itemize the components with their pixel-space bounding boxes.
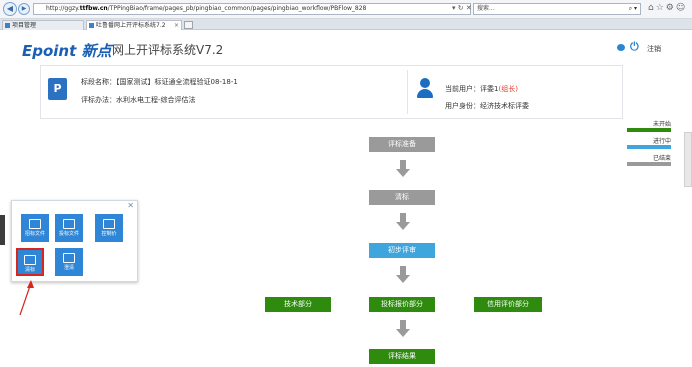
tab-label: 项目管理 [12,22,37,29]
tile-label: 控制价 [101,231,117,237]
refresh-icon[interactable]: ↻ [458,4,464,12]
tile-label: 澄清 [63,265,74,271]
info-card: P 标段名称：【国家测试】标证通全流程验证08-18-1 评标办法：水利水电工程… [40,65,623,119]
divider [407,70,408,114]
method-label: 评标办法： [81,96,116,104]
tab-bid-system[interactable]: 吐鲁番网上开评标系统7.2 × [86,20,182,30]
legend-not-started-bar [627,128,671,132]
url-prefix: http://ggzy. [46,5,80,12]
step-prep[interactable]: 评标准备 [369,137,435,152]
search-icon[interactable]: ⌕ ▾ [629,4,637,14]
new-tab-button[interactable] [184,21,193,29]
search-dropdown-icon[interactable]: ▾ [452,4,456,12]
logo: Epoint 新点 [22,42,112,60]
method-value: 水利水电工程-综合评估法 [116,96,196,104]
tile-clear[interactable]: 清标 [16,248,44,276]
arrow-down-icon [396,160,410,178]
tool-popup: ✕ 招标文件 投标文件 控制价 清标 澄清 [11,200,138,282]
step-tech[interactable]: 技术部分 [265,297,331,312]
tab-label: 吐鲁番网上开评标系统7.2 [96,22,166,29]
address-actions: ▾ ↻ ✕ [452,4,472,12]
tile-control-price[interactable]: 控制价 [95,214,123,242]
search-input[interactable]: 搜索... ⌕ ▾ [473,3,641,15]
page-icon [89,23,94,28]
method-row: 评标办法：水利水电工程-综合评估法 [81,95,196,105]
step-result[interactable]: 评标结果 [369,349,435,364]
legend-finished-label: 已结束 [652,155,671,162]
edit-icon [24,255,36,265]
tab-strip: 项目管理 吐鲁番网上开评标系统7.2 × [0,19,692,30]
current-user-row: 当前用户：评委1(组长) [445,84,518,94]
step-price[interactable]: 投标报价部分 [369,297,435,312]
tile-tender-doc[interactable]: 招标文件 [21,214,49,242]
logout-link[interactable]: 注销 [647,44,661,54]
scrollbar[interactable] [684,132,692,187]
identity-row: 用户身份：经济技术标评委 [445,101,529,111]
file-icon [63,219,75,229]
bid-section-value: 【国家测试】标证通全流程验证08-18-1 [116,78,238,86]
smiley-icon[interactable]: ☺ [676,3,687,13]
url-domain: ttfbw.cn [79,5,108,12]
legend-finished-bar [627,162,671,166]
close-tab-icon[interactable]: × [174,21,179,30]
clarify-icon [63,253,75,263]
tile-clarify[interactable]: 澄清 [55,248,83,276]
app-title: 网上开评标系统V7.2 [112,43,224,57]
tile-label: 投标文件 [58,231,79,237]
step-credit[interactable]: 信用评价部分 [474,297,542,312]
tab-project-management[interactable]: 项目管理 [2,20,84,30]
current-user-label: 当前用户： [445,85,480,93]
stop-icon[interactable]: ✕ [466,4,472,12]
home-icon[interactable]: ⌂ [648,3,656,13]
search-placeholder: 搜索... [477,5,495,12]
file-icon [29,219,41,229]
legend-in-progress-bar [627,145,671,149]
star-icon[interactable]: ☆ [656,3,666,13]
url-path: /TPPingBiao/frame/pages_pb/pingbiao_comm… [107,5,367,12]
user-icon [417,78,433,98]
step-preliminary[interactable]: 初步评审 [369,243,435,258]
arrow-down-icon [396,266,410,284]
close-icon[interactable]: ✕ [127,201,134,210]
forward-button[interactable]: ▶ [18,3,30,15]
step-clear[interactable]: 清标 [369,190,435,205]
page-icon [5,23,10,28]
browser-toolbar: ◀ ▶ http://ggzy.ttfbw.cn/TPPingBiao/fram… [0,0,692,19]
power-icon[interactable]: ⏻ [630,40,639,54]
current-user-value: 评委1 [480,85,499,93]
arrow-down-icon [396,320,410,338]
current-user-role: (组长) [498,85,518,93]
gear-icon[interactable]: ⚙ [666,3,676,13]
status-legend: 未开始 进行中 已结束 [627,121,671,172]
arrow-down-icon [396,213,410,231]
tile-label: 招标文件 [24,231,45,237]
legend-in-progress-label: 进行中 [652,138,671,145]
side-handle[interactable] [0,215,5,245]
address-bar[interactable]: http://ggzy.ttfbw.cn/TPPingBiao/frame/pa… [33,3,471,15]
bid-section-label: 标段名称： [81,78,116,86]
tile-label: 清标 [24,267,35,273]
legend-not-started-label: 未开始 [652,121,671,128]
identity-value: 经济技术标评委 [480,102,529,110]
chart-icon [103,219,115,229]
browser-icons: ⌂☆⚙☺ [648,3,687,13]
identity-label: 用户身份： [445,102,480,110]
tile-bid-doc[interactable]: 投标文件 [55,214,83,242]
chat-icon[interactable] [617,44,625,51]
document-icon: P [48,78,67,100]
back-button[interactable]: ◀ [3,2,17,16]
bid-section-row: 标段名称：【国家测试】标证通全流程验证08-18-1 [81,77,238,87]
